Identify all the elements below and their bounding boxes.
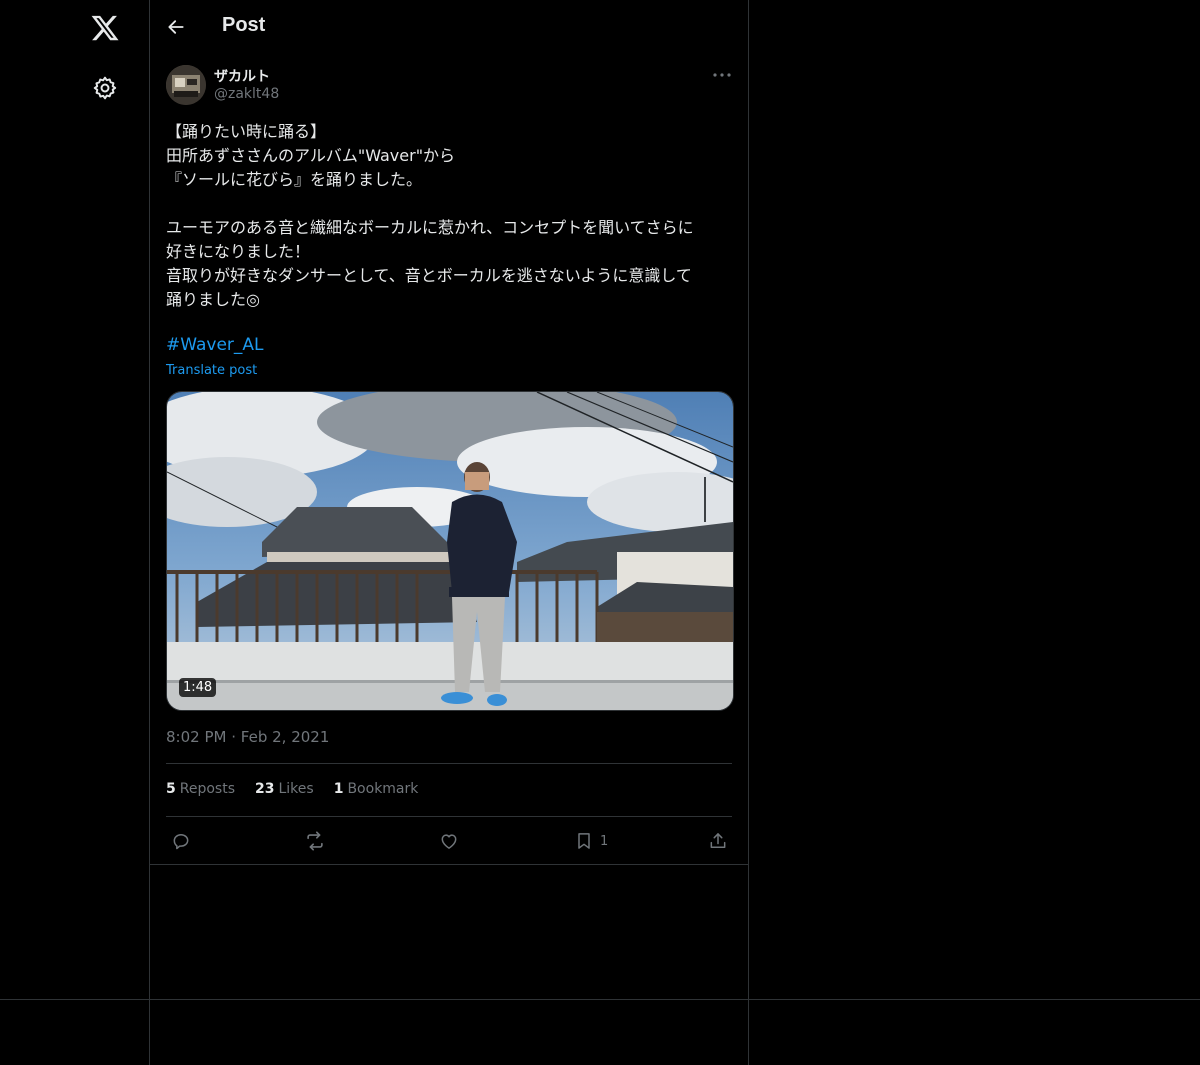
app: Post ザカルト @zaklt48 【踊りたい時に踊る】 田所あずささんのアル… <box>0 0 1200 1065</box>
reposts-stat[interactable]: 5 Reposts <box>166 781 235 797</box>
divider <box>748 1000 749 1065</box>
post-date[interactable]: Feb 2, 2021 <box>241 728 330 746</box>
like-button[interactable] <box>439 829 459 853</box>
translate-post-link[interactable]: Translate post <box>166 363 257 378</box>
likes-label: Likes <box>278 781 314 797</box>
divider <box>149 1000 150 1065</box>
post-timestamp: 8:02 PM · Feb 2, 2021 <box>166 728 329 746</box>
bookmark-button[interactable]: 1 <box>574 829 608 853</box>
post-text: 【踊りたい時に踊る】 田所あずささんのアルバム"Waver"から 『ソールに花び… <box>166 122 694 309</box>
bottom-bar <box>0 999 1200 1065</box>
settings-gear-icon[interactable] <box>92 75 118 101</box>
hashtag-link[interactable]: #Waver_AL <box>166 335 264 355</box>
left-nav <box>0 0 150 1065</box>
bookmarks-label: Bookmark <box>347 781 419 797</box>
heart-icon <box>441 834 457 849</box>
repost-icon <box>307 831 323 851</box>
post-stats: 5 Reposts 23 Likes 1 Bookmark <box>166 781 418 797</box>
video-player[interactable]: 1:48 <box>166 391 734 711</box>
video-thumbnail <box>167 392 733 710</box>
page-header: Post <box>150 0 748 56</box>
divider <box>150 864 748 865</box>
author-handle[interactable]: @zaklt48 <box>214 86 279 102</box>
post-detail-column: Post ザカルト @zaklt48 【踊りたい時に踊る】 田所あずささんのアル… <box>150 0 749 999</box>
more-options-icon[interactable] <box>712 65 732 85</box>
post-author: ザカルト @zaklt48 <box>166 65 732 107</box>
timestamp-separator: · <box>231 728 237 746</box>
right-rail <box>749 0 1200 999</box>
share-icon <box>710 833 726 848</box>
reposts-count: 5 <box>166 781 176 797</box>
bookmarks-count: 1 <box>333 781 344 797</box>
likes-count: 23 <box>255 781 275 797</box>
bookmark-icon <box>578 833 590 849</box>
back-arrow-icon[interactable] <box>166 17 186 37</box>
repost-button[interactable] <box>304 829 326 853</box>
bookmarks-stat[interactable]: 1 Bookmark <box>334 781 419 797</box>
divider <box>166 763 732 764</box>
reply-button[interactable] <box>171 829 191 853</box>
reposts-label: Reposts <box>179 781 235 797</box>
bookmark-count: 1 <box>600 833 609 849</box>
divider <box>166 816 732 817</box>
video-duration-badge: 1:48 <box>179 678 217 697</box>
page-title: Post <box>222 14 266 36</box>
author-display-name[interactable]: ザカルト <box>214 66 270 86</box>
reply-icon <box>173 834 189 850</box>
likes-stat[interactable]: 23 Likes <box>255 781 314 797</box>
post-time[interactable]: 8:02 PM <box>166 728 226 746</box>
share-button[interactable] <box>708 829 728 853</box>
post-actions: 1 <box>166 826 732 856</box>
avatar[interactable] <box>166 65 206 105</box>
x-logo-icon[interactable] <box>90 13 120 43</box>
